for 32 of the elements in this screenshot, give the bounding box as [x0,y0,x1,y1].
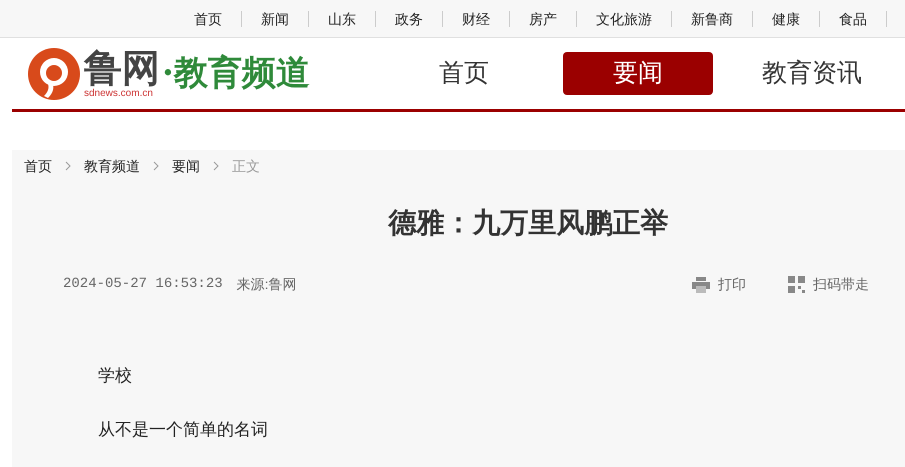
chevron-icon [64,161,72,171]
top-nav-link[interactable]: 首页 [175,10,242,26]
breadcrumb-link[interactable]: 要闻 [172,156,200,176]
logo-icon [26,46,82,102]
article-datetime: 2024-05-27 16:53:23 [63,275,223,294]
top-nav-link[interactable]: 财经 [443,10,510,26]
printer-icon [692,276,710,292]
top-nav-link[interactable]: 新鲁商 [672,10,753,26]
main-nav-tab[interactable]: 首页 [389,52,539,95]
logo-name: 鲁网 [84,48,160,88]
logo-domain: sdnews.com.cn [84,88,154,99]
top-nav-link[interactable]: 新闻 [242,10,309,26]
top-nav-link[interactable]: 政务 [376,10,443,26]
breadcrumb-link[interactable]: 教育频道 [84,156,140,176]
main-nav-tab[interactable]: 教育资讯 [737,52,887,95]
article-paragraph: 从不是一个简单的名词 [98,418,269,440]
chevron-icon [152,161,160,171]
main-nav-tab[interactable]: 要闻 [563,52,713,95]
qr-code-icon [788,276,805,293]
chevron-icon [212,161,220,171]
top-nav-link[interactable]: 房产 [510,10,577,26]
print-link[interactable]: 打印 [718,274,746,295]
top-nav-link[interactable]: 文化旅游 [577,10,672,26]
article-title: 德雅：九万里风鹏正举 [387,206,670,240]
top-nav-link[interactable]: 健康 [753,10,820,26]
top-nav-link[interactable]: 食品 [820,10,887,26]
channel-name: ·教育频道 [162,52,310,95]
article-paragraph: 学校 [98,365,133,387]
top-nav-link[interactable]: 山东 [309,10,376,26]
scan-link[interactable]: 扫码带走 [813,274,869,295]
article-source: 来源:鲁网 [236,275,297,294]
breadcrumb-link[interactable]: 首页 [24,156,52,176]
